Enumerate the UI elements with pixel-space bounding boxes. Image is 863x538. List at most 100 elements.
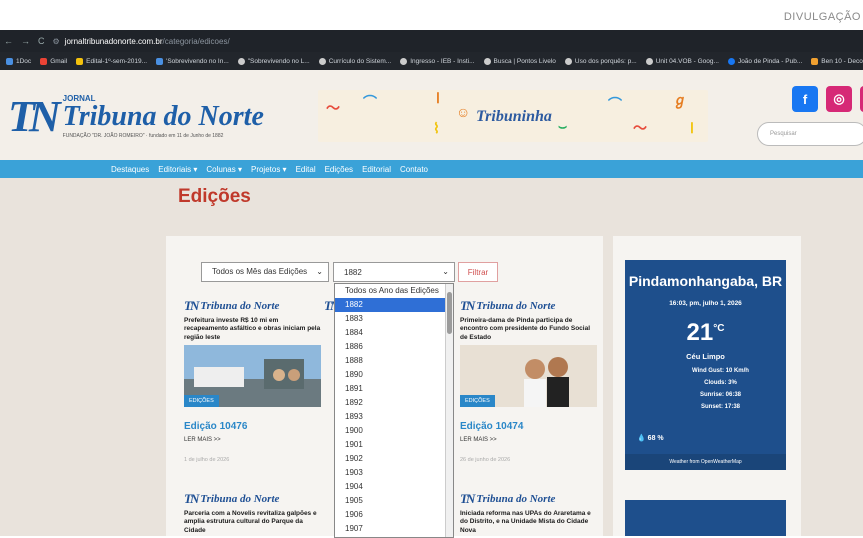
decoration-icon: ⌇ [433,120,440,136]
bookmark-item[interactable]: Uso dos porquês: p... [564,57,637,65]
menu-item-colunas[interactable]: Colunas ▾ [206,165,242,174]
dropdown-scrollbar[interactable] [445,284,453,537]
bookmark-item[interactable]: Unit 04.VOB - Goog... [645,57,719,65]
category-badge[interactable]: EDIÇÕES [184,395,219,408]
bookmark-item[interactable]: Ingresso - IEB - Insti... [400,57,475,65]
droplet-icon: 💧 [637,435,646,442]
forward-icon[interactable]: → [21,36,30,46]
search-input[interactable]: Pesquisar [757,122,863,146]
weather-humidity: 💧 68 % [637,435,664,442]
bookmark-item[interactable]: Currículo do Sistem... [318,57,391,65]
edition-card[interactable]: TN Tribuna do Norte Primeira-dama de Pind… [460,298,597,463]
logo-mark: TN [8,91,61,141]
weather-condition: Céu Limpo [686,351,725,361]
bookmark-item[interactable]: Ben 10 - Deco [811,57,863,65]
menu-item-editorial[interactable]: Editorial [362,165,391,174]
bookmark-item[interactable]: "Sobrevivendo no L... [237,57,310,65]
newspaper-masthead: TN Tribuna do Norte [460,491,556,506]
year-option[interactable]: 1903 [335,466,453,480]
sidebar-ad[interactable] [625,500,786,536]
bookmark-item[interactable]: 'Sobrevivendo no In... [156,57,229,65]
read-more-link[interactable]: LER MAIS >> [460,437,597,443]
year-option[interactable]: Todos os Ano das Edições [335,284,453,298]
facebook-icon[interactable]: f [792,86,818,112]
year-option[interactable]: 1890 [335,368,453,382]
globe-icon [645,57,653,65]
weather-widget: Pindamonhangaba, BR 16:03, pm, julho 1, … [625,260,786,470]
year-dropdown-list[interactable]: Todos os Ano das Edições 1882 1883 1884 … [334,283,454,538]
bookmark-icon [156,57,164,65]
weather-footer[interactable]: Weather from OpenWeatherMap [625,454,786,470]
decoration-icon: 〜 [326,100,340,116]
chevron-down-icon: ⌄ [316,267,323,276]
year-option[interactable]: 1888 [335,354,453,368]
site-header: TN JORNAL Tribuna do Norte FUNDAÇÃO "DR.… [0,70,863,160]
instagram-icon[interactable]: ◎ [826,86,852,112]
decoration-icon: ⅼ [436,90,440,106]
edition-card[interactable]: TN Tribuna do Norte Prefeitura investe R$… [184,298,321,463]
year-option[interactable]: 1904 [335,480,453,494]
edition-title[interactable]: Edição 10474 [460,421,597,432]
back-icon[interactable]: ← [4,36,13,46]
edition-headline: Iniciada reforma nas UPAs do Araretama e… [460,510,591,534]
filter-button[interactable]: Filtrar [458,262,498,282]
year-option[interactable]: 1892 [335,396,453,410]
year-option[interactable]: 1883 [335,312,453,326]
newspaper-masthead: TN Tribuna do Norte [460,298,556,313]
site-info-icon[interactable]: ⚙ [53,37,60,46]
year-option[interactable]: 1891 [335,382,453,396]
read-more-link[interactable]: LER MAIS >> [184,437,321,443]
weather-details: Wind Gust: 10 Km/h Clouds: 3% Sunrise: 0… [692,367,749,410]
menu-item-contato[interactable]: Contato [400,165,428,174]
year-option-selected[interactable]: 1882 [335,298,453,312]
scrollbar-thumb[interactable] [447,292,452,334]
menu-item-destaques[interactable]: Destaques [111,165,149,174]
site-logo[interactable]: TN JORNAL Tribuna do Norte FUNDAÇÃO "DR.… [8,94,264,139]
url-host: jornaltribunadonorte.com.br [64,36,163,46]
tribuninha-banner[interactable]: 〜 ⌒ ⌇ ⅼ ☺ Tribuninha ⌣ ⌒ 〜 ℊ ⅼ [318,90,708,142]
bookmark-item[interactable]: Busca | Pontos Livelo [483,57,556,65]
menu-item-projetos[interactable]: Projetos ▾ [251,165,287,174]
edition-cover-image[interactable]: EDIÇÕES [460,345,597,408]
year-option[interactable]: 1905 [335,494,453,508]
edition-date: 26 de junho de 2026 [460,457,511,464]
bookmark-item[interactable]: Gmail [40,57,67,65]
year-option[interactable]: 1902 [335,452,453,466]
month-select[interactable]: Todos os Mês das Edições ⌄ [201,262,329,282]
decoration-icon: ⌣ [558,118,568,134]
address-bar[interactable]: ⚙ jornaltribunadonorte.com.br/categoria/… [53,37,230,46]
edition-title[interactable]: Edição 10476 [184,421,321,432]
bookmark-item[interactable]: Edital-1º-sem-2019... [76,57,147,65]
year-option[interactable]: 1901 [335,438,453,452]
bookmarks-bar: 1Doc Gmail Edital-1º-sem-2019... 'Sobrev… [0,52,863,70]
year-option[interactable]: 1893 [335,410,453,424]
reload-icon[interactable]: C [38,36,45,46]
edition-card[interactable]: TN Tribuna do Norte Parceria com a Noveli… [184,491,321,535]
menu-item-edicoes[interactable]: Edições [325,165,353,174]
newspaper-masthead: TN Tribuna do Norte [184,298,280,313]
facebook-icon [727,57,735,65]
edition-headline: Primeira-dama de Pinda participa de enco… [460,317,591,341]
category-badge[interactable]: EDIÇÕES [460,395,495,408]
edition-card-partial[interactable]: TN [324,298,334,314]
banner-title: Tribuninha [476,108,552,125]
year-option[interactable]: 1900 [335,424,453,438]
year-option[interactable]: 1906 [335,508,453,522]
year-option[interactable]: 1884 [335,326,453,340]
globe-icon [400,57,408,65]
menu-item-edital[interactable]: Edital [296,165,316,174]
bookmark-item[interactable]: 1Doc [6,57,31,65]
globe-icon [237,57,245,65]
menu-item-editoriais[interactable]: Editoriais ▾ [158,165,197,174]
year-option[interactable]: 1886 [335,340,453,354]
bookmark-icon [6,57,13,65]
year-option[interactable]: 1907 [335,522,453,536]
year-select[interactable]: 1882 ⌄ [333,262,455,282]
tn-logo-icon: TN [184,298,199,313]
folder-icon [76,57,84,65]
edition-cover-image[interactable]: EDIÇÕES [184,345,321,408]
gift-icon [811,57,819,65]
bookmark-item[interactable]: João de Pinda - Pub... [727,57,802,65]
globe-icon [483,57,491,65]
edition-card[interactable]: TN Tribuna do Norte Iniciada reforma nas … [460,491,597,535]
